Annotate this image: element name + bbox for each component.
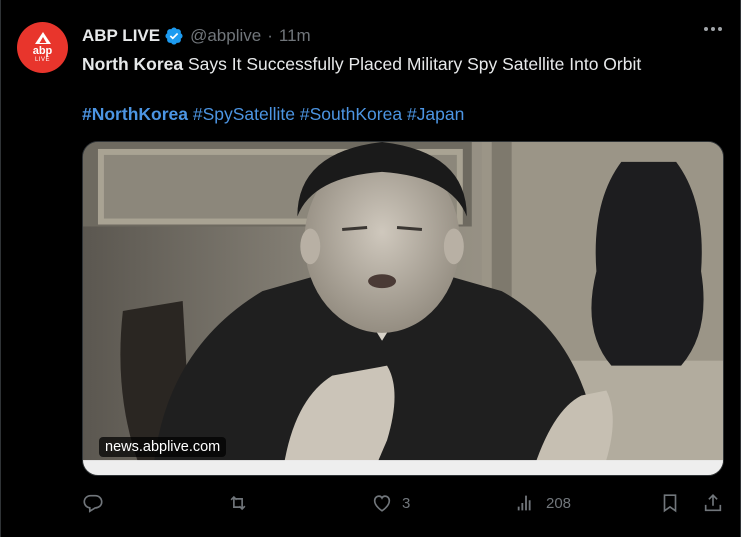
reply-button[interactable] — [82, 492, 113, 514]
tweet-headline: Says It Successfully Placed Military Spy… — [183, 54, 642, 74]
share-icon — [704, 494, 722, 512]
media-image[interactable]: news.abplive.com — [82, 141, 724, 476]
like-icon — [373, 495, 391, 512]
repost-icon — [230, 495, 246, 511]
views-button[interactable]: 208 — [515, 492, 571, 514]
bookmark-button[interactable] — [659, 492, 681, 514]
hashtag-northkorea[interactable]: #NorthKorea — [82, 104, 188, 124]
tweet[interactable]: abp LIVE ABP LIVE @abplive · 11m North K… — [0, 0, 741, 537]
views-icon — [517, 495, 531, 511]
display-name[interactable]: ABP LIVE — [82, 26, 160, 46]
separator: · — [267, 26, 273, 45]
action-bar: 3 208 — [82, 492, 727, 522]
tweet-lead: North Korea — [82, 54, 184, 74]
share-button[interactable] — [702, 492, 724, 514]
abp-logo-icon — [34, 32, 51, 44]
bookmark-icon — [663, 494, 677, 513]
hashtag-spysatellite[interactable]: #SpySatellite — [193, 104, 295, 124]
repost-button[interactable] — [227, 492, 258, 514]
tweet-header: ABP LIVE @abplive · 11m — [82, 24, 311, 48]
avatar-text: abp — [32, 45, 53, 57]
views-count: 208 — [546, 494, 572, 512]
avatar-subtext: LIVE — [34, 57, 50, 63]
timestamp[interactable]: 11m — [279, 26, 311, 46]
verified-badge-icon — [165, 27, 183, 45]
like-count: 3 — [402, 494, 411, 512]
hashtags: #NorthKorea #SpySatellite #SouthKorea #J… — [82, 103, 464, 126]
hashtag-japan[interactable]: #Japan — [407, 104, 464, 124]
photo — [83, 142, 723, 475]
reply-icon — [83, 494, 103, 513]
avatar[interactable]: abp LIVE — [17, 22, 68, 73]
hashtag-southkorea[interactable]: #SouthKorea — [300, 104, 402, 124]
media-source-caption: news.abplive.com — [99, 437, 227, 457]
tweet-text: North Korea Says It Successfully Placed … — [82, 53, 641, 76]
like-button[interactable]: 3 — [371, 492, 410, 514]
more-options-icon[interactable] — [704, 27, 722, 31]
handle[interactable]: @abplive — [190, 26, 261, 46]
